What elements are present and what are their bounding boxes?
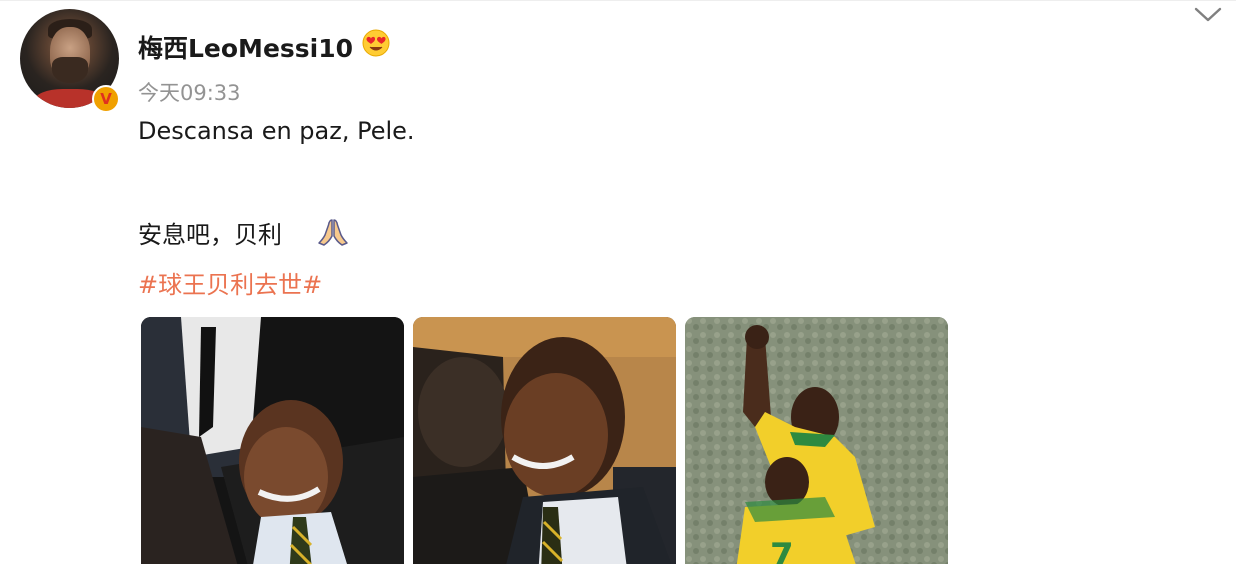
photo-2-image (413, 317, 676, 564)
weibo-post-card: V 梅西LeoMessi10 今天09:33 Descansa en paz, … (0, 0, 1236, 564)
photo-pele-suit-smiling[interactable] (141, 317, 404, 564)
verified-badge-icon: V (92, 85, 120, 113)
photo-1-image (141, 317, 404, 564)
chevron-down-icon[interactable] (1193, 5, 1223, 25)
hashtag-link[interactable]: #球王贝利去世# (138, 265, 322, 300)
post-text-line-1: Descansa en paz, Pele. (138, 117, 415, 145)
photo-pele-celebrating-brazil-jersey[interactable]: 7 (685, 317, 948, 564)
svg-text:7: 7 (770, 536, 794, 564)
post-timestamp[interactable]: 今天09:33 (138, 77, 241, 107)
praying-hands-emoji-icon (318, 219, 348, 246)
photo-pele-embracing[interactable] (413, 317, 676, 564)
photo-3-image: 7 (685, 317, 948, 564)
username-link[interactable]: 梅西LeoMessi10 (138, 29, 353, 65)
heart-eyes-emoji-icon (362, 29, 390, 57)
post-text-line-2: 安息吧，贝利 (138, 221, 282, 249)
